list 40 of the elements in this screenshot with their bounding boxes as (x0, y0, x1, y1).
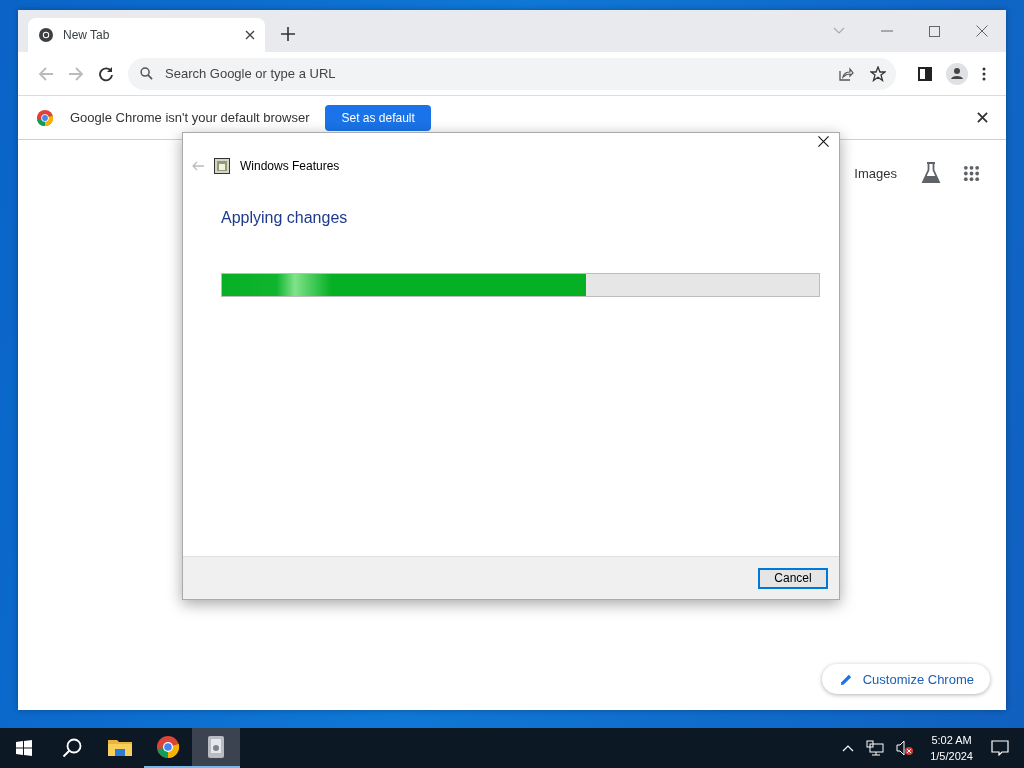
chrome-logo-icon (36, 109, 54, 127)
close-icon[interactable] (818, 136, 829, 147)
apps-grid-icon[interactable] (963, 164, 980, 182)
close-icon[interactable] (245, 30, 255, 40)
dialog-title: Windows Features (240, 159, 340, 173)
taskbar-app-button[interactable] (192, 728, 240, 768)
share-icon[interactable] (838, 65, 854, 82)
side-panel-icon[interactable] (918, 66, 932, 81)
search-icon (140, 67, 153, 80)
cancel-button[interactable]: Cancel (758, 567, 828, 589)
network-icon[interactable] (866, 740, 885, 756)
flask-icon[interactable] (921, 162, 941, 184)
browser-tab[interactable]: New Tab (28, 18, 265, 52)
start-icon[interactable] (16, 740, 32, 756)
clock-time[interactable]: 5:02 AM (931, 732, 972, 748)
app-icon (207, 735, 225, 759)
menu-icon[interactable] (982, 66, 986, 81)
profile-icon[interactable] (946, 62, 968, 85)
clock-date[interactable]: 1/5/2024 (930, 748, 973, 764)
infobar-message: Google Chrome isn't your default browser (70, 110, 310, 125)
address-bar[interactable]: Search Google or type a URL (128, 57, 896, 90)
chevron-up-icon[interactable] (842, 744, 855, 752)
folder-icon (108, 738, 132, 758)
search-icon[interactable] (62, 738, 82, 758)
dialog-heading: Applying changes (220, 208, 349, 227)
customize-chrome-button[interactable]: Customize Chrome (821, 664, 990, 694)
star-icon[interactable] (870, 65, 886, 82)
set-default-button[interactable]: Set as default (325, 105, 431, 131)
chrome-logo-icon (156, 735, 180, 759)
app-icon (214, 158, 230, 174)
images-link[interactable]: Images (854, 165, 897, 181)
new-tab-icon[interactable] (281, 27, 295, 41)
pencil-icon (839, 672, 853, 686)
address-field[interactable]: Search Google or type a URL (163, 65, 822, 82)
muted-speaker-icon[interactable] (896, 740, 915, 756)
chrome-logo-icon (38, 27, 54, 43)
maximize-icon[interactable] (929, 25, 940, 37)
close-icon[interactable] (977, 112, 988, 123)
reload-icon[interactable] (98, 65, 114, 82)
notification-icon[interactable] (991, 740, 1009, 756)
